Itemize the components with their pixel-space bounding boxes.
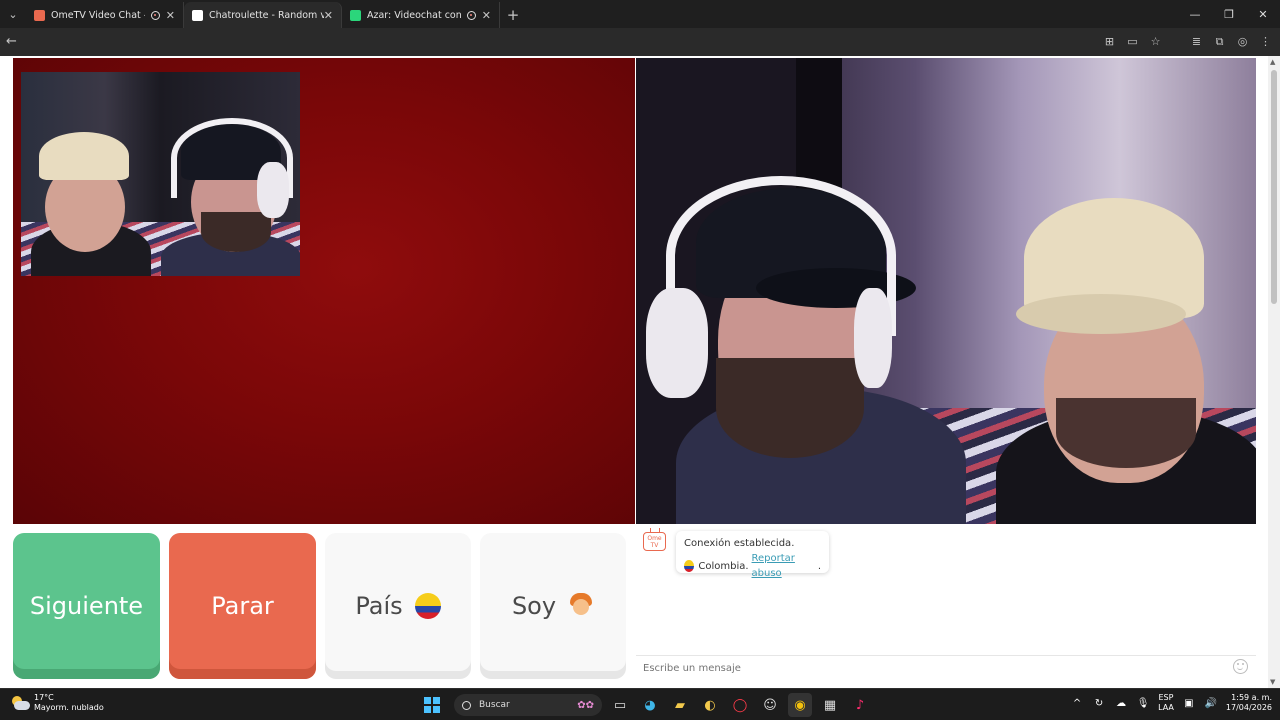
tab-azar[interactable]: Azar: Videochat con gente ✕ xyxy=(342,2,500,28)
discord-icon[interactable]: ☺ xyxy=(758,693,782,717)
taskbar-search[interactable]: Buscar ✿✿ xyxy=(454,694,602,716)
screen: ⌄ OmeTV Video Chat — Ome ✕ Chatroulette … xyxy=(0,0,1280,720)
store-icon[interactable]: ▦ xyxy=(818,693,842,717)
close-tab-icon[interactable]: ✕ xyxy=(324,9,333,22)
weather-description: Mayorm. nublado xyxy=(34,703,104,712)
remote-video xyxy=(636,58,1256,524)
tab-chatroulette[interactable]: Chatroulette - Random video c ✕ xyxy=(184,2,342,28)
country-name: Colombia. xyxy=(698,560,749,572)
tab-ometv[interactable]: OmeTV Video Chat — Ome ✕ xyxy=(26,2,184,28)
message-input[interactable] xyxy=(636,655,1256,680)
scroll-up-icon[interactable]: ▲ xyxy=(1270,58,1275,66)
emoji-icon[interactable] xyxy=(1233,659,1248,674)
colombia-flag-icon xyxy=(684,560,695,572)
country-button[interactable]: País xyxy=(325,533,471,679)
microphone-icon[interactable]: 🎙 xyxy=(1136,698,1150,709)
window-controls: — ❐ ✕ xyxy=(1178,0,1280,28)
maximize-button[interactable]: ❐ xyxy=(1212,0,1246,28)
search-placeholder: Buscar xyxy=(479,700,510,710)
partly-cloudy-icon xyxy=(10,696,30,710)
reading-list-icon[interactable]: ≣ xyxy=(1188,33,1205,50)
language-code: ESP xyxy=(1158,693,1174,702)
search-highlight-icon: ✿✿ xyxy=(577,699,594,711)
onedrive-icon[interactable]: ☁ xyxy=(1114,698,1128,709)
system-message: Conexión establecida. Colombia. Reportar… xyxy=(676,531,829,579)
boy-avatar-icon xyxy=(568,593,594,619)
weather-widget[interactable]: 17°C Mayorm. nublado xyxy=(10,693,104,713)
chatroulette-favicon-icon xyxy=(192,9,203,21)
translate-icon[interactable]: ⊞ xyxy=(1101,33,1118,50)
task-view-icon[interactable]: ▭ xyxy=(608,693,632,717)
scroll-down-icon[interactable]: ▼ xyxy=(1270,678,1275,686)
country-line: Colombia. Reportar abuso. xyxy=(684,551,821,581)
taskbar-apps: Buscar ✿✿ ▭ ◕ ▰ ◐ ◯ ☺ ◉ ▦ ♪ xyxy=(424,693,872,717)
close-tab-icon[interactable]: ✕ xyxy=(166,9,175,22)
opera-icon[interactable]: ◯ xyxy=(728,693,752,717)
report-abuse-link[interactable]: Reportar abuso xyxy=(752,551,818,581)
recording-icon xyxy=(466,10,476,20)
network-icon[interactable]: ▣ xyxy=(1182,698,1196,709)
extensions-icon[interactable]: ⧉ xyxy=(1211,33,1228,50)
keyboard-layout: LAA xyxy=(1158,703,1174,712)
app-icon[interactable]: ◐ xyxy=(698,693,722,717)
bookmark-star-icon[interactable]: ☆ xyxy=(1147,33,1164,50)
tab-search-icon[interactable]: ⌄ xyxy=(0,0,26,28)
colombia-flag-icon xyxy=(414,593,441,619)
sync-icon[interactable]: ↻ xyxy=(1092,698,1106,709)
browser-tab-bar: ⌄ OmeTV Video Chat — Ome ✕ Chatroulette … xyxy=(0,0,1280,28)
profile-icon[interactable]: ◎ xyxy=(1234,33,1251,50)
clock-date: 17/04/2026 xyxy=(1225,703,1272,712)
new-tab-button[interactable]: + xyxy=(500,2,526,28)
toolbar-icons: ⊞ ▭ ☆ ≣ ⧉ ◎ ⋮ xyxy=(1101,33,1274,50)
clock-time: 1:59 a. m. xyxy=(1231,693,1272,702)
menu-kebab-icon[interactable]: ⋮ xyxy=(1257,33,1274,50)
language-indicator[interactable]: ESP LAA xyxy=(1158,693,1174,713)
temperature: 17°C xyxy=(34,693,54,702)
gender-label: Soy xyxy=(511,592,557,620)
azar-favicon-icon xyxy=(350,9,361,21)
edge-icon[interactable]: ◕ xyxy=(638,693,662,717)
gender-button[interactable]: Soy xyxy=(480,533,626,679)
recording-icon xyxy=(150,10,160,20)
scrollbar-thumb[interactable] xyxy=(1271,70,1277,304)
ometv-favicon-icon xyxy=(34,9,45,21)
tab-title: Azar: Videochat con gente xyxy=(367,9,461,21)
browser-toolbar: ← ⊞ ▭ ☆ ≣ ⧉ ◎ ⋮ xyxy=(0,28,1280,56)
close-tab-icon[interactable]: ✕ xyxy=(482,9,491,22)
windows-start-icon[interactable] xyxy=(424,697,440,713)
volume-icon[interactable]: 🔊 xyxy=(1204,698,1218,709)
close-window-button[interactable]: ✕ xyxy=(1246,0,1280,28)
tab-title: OmeTV Video Chat — Ome xyxy=(51,9,145,21)
clock[interactable]: 1:59 a. m. 17/04/2026 xyxy=(1226,693,1272,713)
page-scrollbar[interactable]: ▲ ▼ xyxy=(1268,56,1280,688)
file-explorer-icon[interactable]: ▰ xyxy=(668,693,692,717)
back-arrow-icon[interactable]: ← xyxy=(6,34,17,49)
windows-taskbar: 17°C Mayorm. nublado Buscar ✿✿ ▭ ◕ ▰ ◐ ◯… xyxy=(0,688,1280,720)
ometv-page: Siguiente Parar País Soy Ome TV Conexión … xyxy=(0,56,1280,688)
tiktok-icon[interactable]: ♪ xyxy=(848,693,872,717)
next-button[interactable]: Siguiente xyxy=(13,533,160,679)
tab-title: Chatroulette - Random video c xyxy=(209,9,324,21)
address-bar[interactable] xyxy=(300,31,1090,53)
stop-button[interactable]: Parar xyxy=(169,533,316,679)
minimize-button[interactable]: — xyxy=(1178,0,1212,28)
self-video-preview xyxy=(21,72,300,276)
report-suffix: . xyxy=(817,560,821,572)
search-icon xyxy=(462,700,471,710)
cast-icon[interactable]: ▭ xyxy=(1124,33,1141,50)
system-tray: ^ ↻ ☁ 🎙 ESP LAA ▣ 🔊 1:59 a. m. 17/04/202… xyxy=(1070,693,1272,713)
toolbar-separator xyxy=(1170,33,1182,50)
chrome-icon[interactable]: ◉ xyxy=(788,693,812,717)
show-hidden-icons-chevron-icon[interactable]: ^ xyxy=(1070,698,1084,709)
ometv-logo-icon: Ome TV xyxy=(643,532,666,551)
chat-panel: Ome TV Conexión establecida. Colombia. Re… xyxy=(636,526,1256,680)
connection-status: Conexión establecida. xyxy=(684,538,795,549)
country-label: País xyxy=(355,592,403,620)
